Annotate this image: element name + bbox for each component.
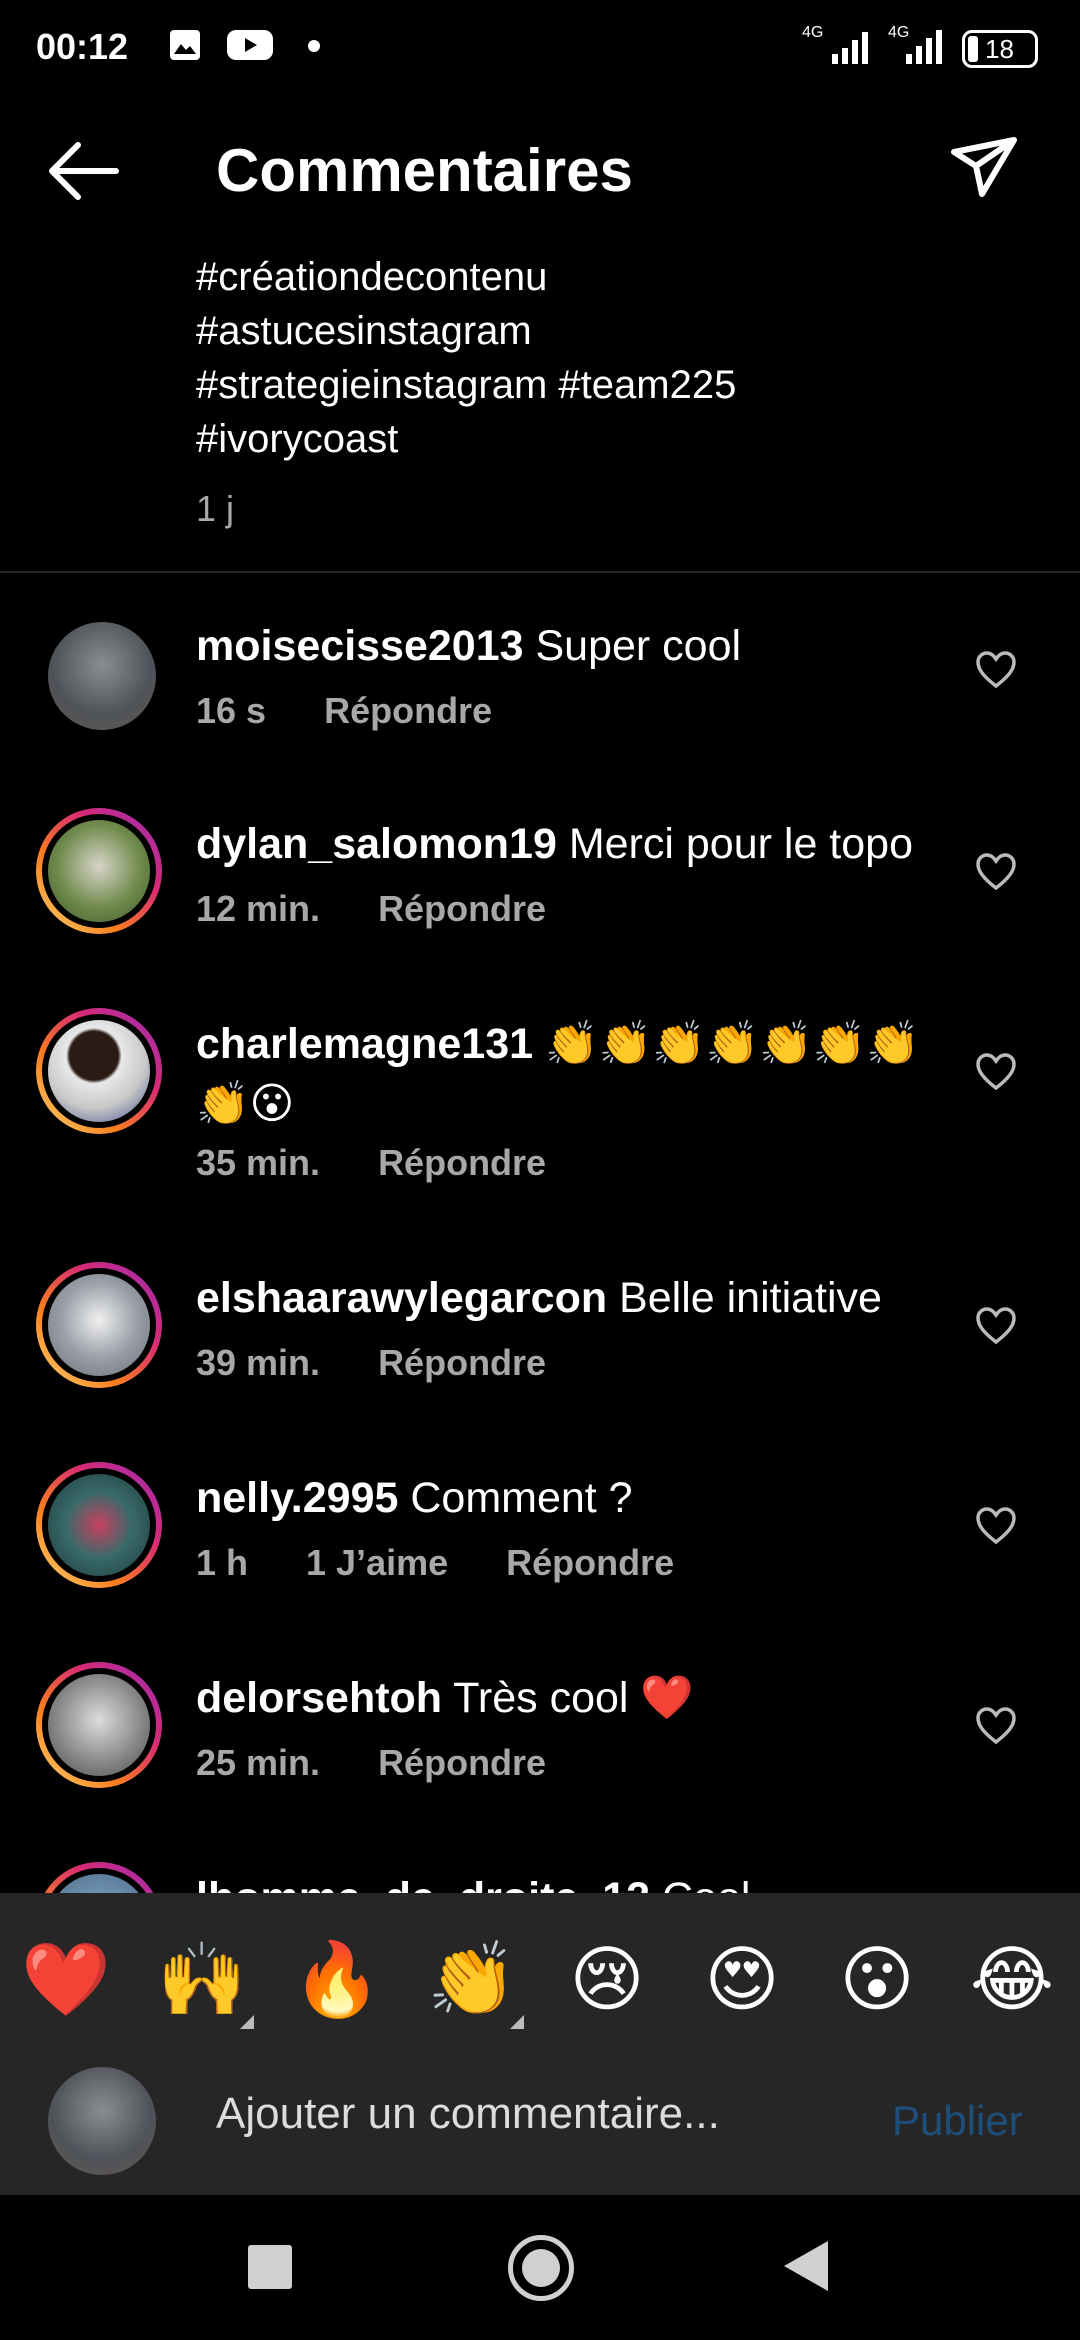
comment-input[interactable]	[216, 2089, 816, 2139]
like-heart-icon[interactable]	[975, 852, 1017, 892]
reaction-raising-hands[interactable]: 🙌	[152, 1937, 252, 2022]
reaction-surprised[interactable]: 😮	[827, 1937, 927, 2021]
youtube-icon	[227, 30, 273, 60]
reply-button[interactable]: Répondre	[378, 888, 546, 929]
reaction-fire[interactable]: 🔥	[287, 1937, 387, 2022]
post-caption: #créationdecontenu #astucesinstagram #st…	[196, 250, 996, 466]
like-heart-icon[interactable]	[975, 1706, 1017, 1746]
hashtag-line[interactable]: #ivorycoast	[196, 412, 996, 466]
battery-level: 18	[985, 34, 1014, 64]
reaction-crying[interactable]: 😢	[557, 1937, 657, 2021]
reply-button[interactable]: Répondre	[506, 1542, 674, 1583]
reply-button[interactable]: Répondre	[324, 690, 492, 731]
comment-age: 25 min.	[196, 1742, 321, 1783]
reaction-laughing[interactable]: 😂	[962, 1937, 1062, 2021]
hashtag-line[interactable]: #créationdecontenu	[196, 250, 996, 304]
signal-1-icon	[832, 32, 868, 64]
comment-text: Très cool ❤️	[442, 1674, 694, 1722]
comment-text: Super cool	[523, 622, 742, 670]
like-heart-icon[interactable]	[975, 650, 1017, 690]
reply-button[interactable]: Répondre	[378, 1142, 546, 1183]
comment-username[interactable]: nelly.2995	[196, 1474, 398, 1522]
back-arrow-icon[interactable]	[44, 136, 124, 206]
comment-age: 35 min.	[196, 1142, 321, 1183]
current-user-avatar	[48, 2067, 156, 2175]
like-heart-icon[interactable]	[975, 1506, 1017, 1546]
like-heart-icon[interactable]	[975, 1052, 1017, 1092]
comment-username[interactable]: elshaarawylegarcon	[196, 1274, 607, 1322]
signal-2-icon	[906, 30, 942, 64]
send-icon[interactable]	[944, 128, 1024, 208]
caption-age: 1 j	[196, 488, 235, 529]
comment-username[interactable]: delorsehtoh	[196, 1674, 442, 1722]
page-title: Commentaires	[216, 137, 633, 204]
avatar[interactable]	[36, 1462, 162, 1588]
skin-tone-caret-icon[interactable]	[240, 2015, 254, 2029]
status-bar: 00:12 4G 4G 18	[0, 0, 1080, 96]
gallery-icon	[170, 30, 200, 60]
network-type-1: 4G	[802, 24, 824, 41]
header-bar: Commentaires	[0, 110, 1080, 230]
publish-button[interactable]: Publier	[892, 2097, 1023, 2145]
comment-text: Belle initiative	[607, 1274, 882, 1322]
hashtag-line[interactable]: #astucesinstagram	[196, 304, 996, 358]
comment-composer-panel: ❤️ 🙌 🔥 👏 😢 😍 😮 😂 Publier	[0, 1893, 1080, 2195]
recents-icon[interactable]	[248, 2245, 292, 2289]
hashtag-line[interactable]: #strategieinstagram #team225	[196, 358, 996, 412]
home-icon[interactable]	[508, 2235, 574, 2301]
reaction-clap[interactable]: 👏	[422, 1937, 522, 2022]
like-count[interactable]: 1 J’aime	[306, 1542, 448, 1583]
avatar[interactable]	[36, 1008, 162, 1134]
comment-age: 39 min.	[196, 1342, 321, 1383]
comment-age: 1 h	[196, 1542, 249, 1583]
comment-username[interactable]: charlemagne131	[196, 1020, 533, 1068]
skin-tone-caret-icon[interactable]	[510, 2015, 524, 2029]
status-time: 00:12	[36, 26, 129, 67]
divider	[0, 571, 1080, 573]
comment-age: 16 s	[196, 690, 267, 731]
comment-username[interactable]: dylan_salomon19	[196, 820, 557, 868]
comment-username[interactable]: moisecisse2013	[196, 622, 524, 670]
reply-button[interactable]: Répondre	[378, 1742, 546, 1783]
avatar[interactable]	[36, 1662, 162, 1788]
like-heart-icon[interactable]	[975, 1306, 1017, 1346]
back-triangle-icon[interactable]	[784, 2241, 828, 2291]
comment-text: Merci pour le topo	[556, 820, 913, 868]
reply-button[interactable]: Répondre	[378, 1342, 546, 1383]
system-nav-bar	[0, 2195, 1080, 2340]
battery-icon: 18	[962, 30, 1038, 68]
reaction-heart[interactable]: ❤️	[16, 1937, 116, 2022]
comment-text: Comment ?	[398, 1474, 633, 1522]
avatar[interactable]	[36, 1262, 162, 1388]
avatar[interactable]	[36, 808, 162, 934]
notification-dot-icon	[308, 40, 320, 52]
comment-age: 12 min.	[196, 888, 321, 929]
avatar[interactable]	[48, 622, 156, 730]
reaction-heart-eyes[interactable]: 😍	[692, 1937, 792, 2021]
